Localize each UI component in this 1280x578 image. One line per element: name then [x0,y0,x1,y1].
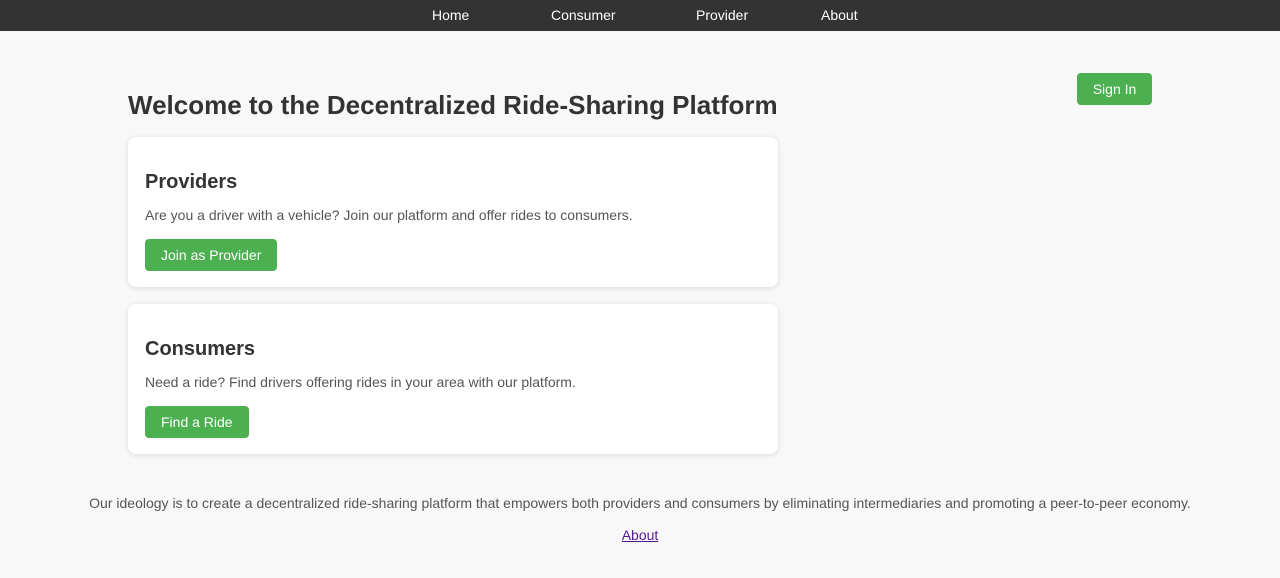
nav-link-home[interactable]: Home [432,7,469,23]
nav-link-about[interactable]: About [821,7,858,23]
providers-card: Providers Are you a driver with a vehicl… [128,137,778,287]
consumers-heading: Consumers [145,338,256,360]
page-title: Welcome to the Decentralized Ride-Sharin… [128,90,778,120]
nav-link-provider[interactable]: Provider [696,7,748,23]
join-as-provider-button[interactable]: Join as Provider [145,239,278,271]
about-link[interactable]: About [622,527,659,543]
ideology-text: Our ideology is to create a decentralize… [89,495,1191,511]
nav-link-consumer[interactable]: Consumer [551,7,616,23]
providers-description: Are you a driver with a vehicle? Join ou… [145,207,633,223]
providers-heading: Providers [145,171,238,193]
consumers-description: Need a ride? Find drivers offering rides… [145,374,576,390]
find-a-ride-button[interactable]: Find a Ride [145,406,249,438]
consumers-card: Consumers Need a ride? Find drivers offe… [128,304,778,454]
footer-about: About [0,527,1280,545]
sign-in-button[interactable]: Sign In [1077,73,1152,105]
top-navigation: Home Consumer Provider About [0,0,1280,31]
